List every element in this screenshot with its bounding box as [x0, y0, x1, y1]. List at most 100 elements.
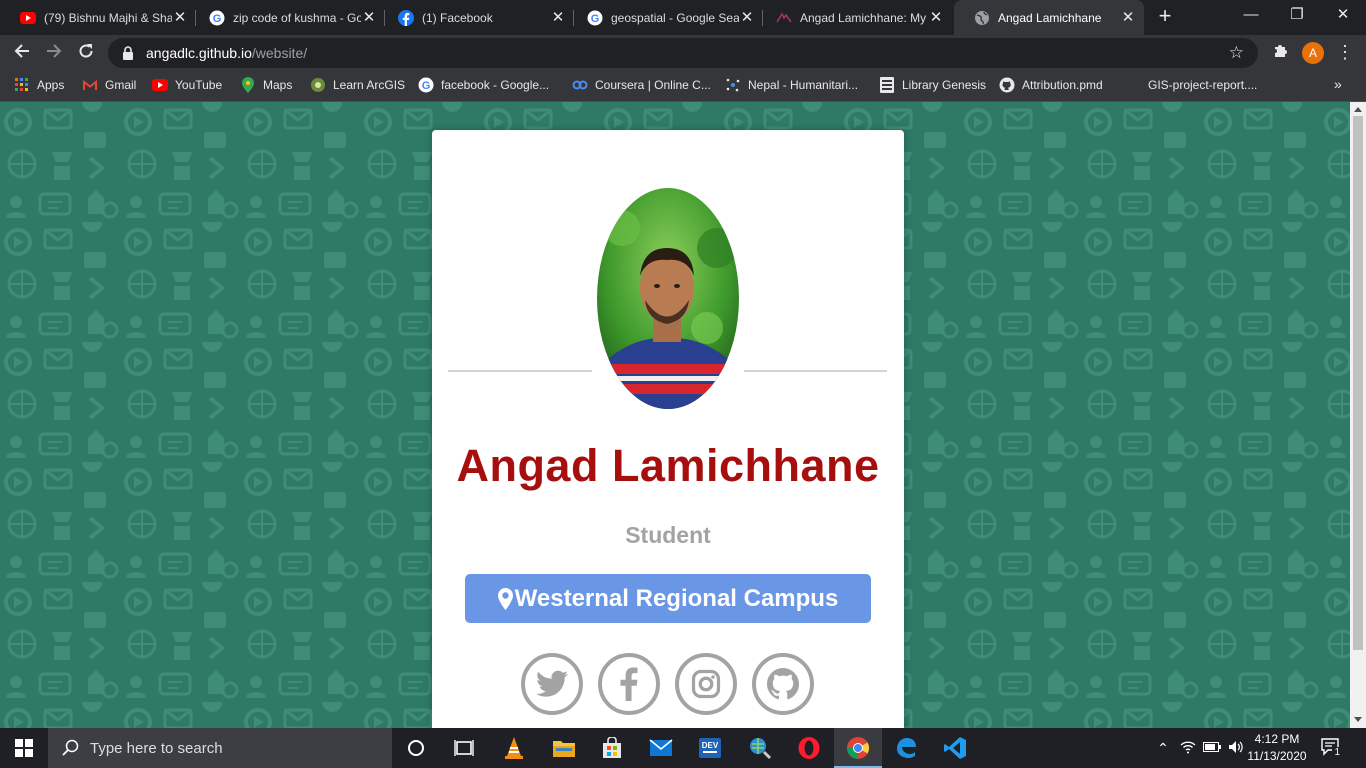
address-bar[interactable]: angadlc.github.io/website/ ☆	[108, 38, 1258, 68]
system-tray: ⌃	[1150, 728, 1248, 768]
twitter-icon	[536, 670, 568, 697]
file-explorer-button[interactable]	[540, 728, 588, 768]
task-view-icon	[454, 740, 474, 756]
tab-title: geospatial - Google Sea	[611, 10, 739, 25]
wifi-icon[interactable]	[1176, 740, 1200, 757]
edge-button[interactable]	[882, 728, 930, 768]
close-icon[interactable]: ✕	[739, 9, 755, 26]
location-button[interactable]: Westernal Regional Campus	[465, 574, 871, 623]
volume-icon[interactable]	[1224, 740, 1248, 757]
svg-text:G: G	[591, 13, 600, 25]
magnifier-app-button[interactable]	[736, 728, 784, 768]
page-scrollbar[interactable]	[1350, 102, 1366, 728]
cortana-button[interactable]	[392, 728, 440, 768]
scroll-up-arrow[interactable]	[1354, 107, 1362, 112]
store-bag-icon	[603, 737, 621, 758]
scrollbar-thumb[interactable]	[1353, 116, 1363, 650]
bookmark-label: Maps	[263, 78, 293, 92]
mail-envelope-icon	[649, 739, 673, 756]
forward-arrow-icon	[47, 44, 62, 58]
taskbar-search-box[interactable]: Type here to search	[48, 728, 392, 768]
microsoft-store-button[interactable]	[588, 728, 636, 768]
browser-tab-strip: (79) Bishnu Majhi & Sha ✕ G zip code of …	[0, 0, 1366, 35]
vscode-button[interactable]	[931, 728, 979, 768]
minimize-button[interactable]: —	[1228, 0, 1274, 32]
bookmark-label: Library Genesis	[902, 78, 987, 92]
bookmark-label: Gmail	[105, 78, 137, 92]
scroll-down-arrow[interactable]	[1354, 717, 1362, 722]
svg-text:G: G	[422, 80, 431, 92]
opera-button[interactable]	[785, 728, 833, 768]
url-text: angadlc.github.io/website/	[146, 45, 307, 61]
close-icon[interactable]: ✕	[1120, 9, 1136, 26]
bookmarks-bar: Apps Gmail YouTube Maps Learn ArcGIS G f…	[0, 71, 1366, 102]
task-view-button[interactable]	[440, 728, 488, 768]
bookmark-coursera[interactable]: Coursera | Online C...	[572, 71, 711, 99]
browser-tab[interactable]: G zip code of kushma - Go ✕	[189, 0, 385, 35]
browser-tab[interactable]: (79) Bishnu Majhi & Sha ✕	[0, 0, 196, 35]
gmail-icon	[82, 77, 98, 93]
browser-tab[interactable]: Angad Lamichhane: My ✕	[756, 0, 952, 35]
bookmark-attribution[interactable]: Attribution.pmd	[999, 71, 1103, 99]
chrome-button[interactable]	[834, 728, 882, 768]
maximize-button[interactable]: ❐	[1274, 0, 1320, 32]
facebook-icon	[398, 9, 414, 26]
back-button[interactable]	[8, 39, 36, 67]
tab-title: Angad Lamichhane	[998, 10, 1102, 25]
browser-tab[interactable]: G geospatial - Google Sea ✕	[567, 0, 763, 35]
extensions-puzzle-icon[interactable]	[1270, 42, 1290, 62]
divider-right	[744, 370, 887, 372]
google-icon: G	[587, 10, 603, 26]
bookmark-facebook-google[interactable]: G facebook - Google...	[418, 71, 549, 99]
bookmark-learn-arcgis[interactable]: Learn ArcGIS	[310, 71, 405, 99]
bookmark-label: Learn ArcGIS	[333, 78, 406, 92]
bookmark-apps[interactable]: Apps	[14, 71, 64, 99]
globe-icon	[974, 10, 990, 26]
bookmark-library-genesis[interactable]: Library Genesis	[879, 71, 986, 99]
bookmark-nepal-humanitarian[interactable]: Nepal - Humanitari...	[725, 71, 858, 99]
back-arrow-icon	[14, 44, 29, 58]
bookmark-maps[interactable]: Maps	[240, 71, 292, 99]
instagram-link[interactable]	[675, 653, 737, 715]
close-icon[interactable]: ✕	[361, 9, 377, 26]
profile-name: Angad Lamichhane	[456, 440, 880, 491]
bookmark-star-icon[interactable]: ☆	[1229, 44, 1244, 62]
chevron-up-icon[interactable]: ⌃	[1150, 740, 1176, 757]
facebook-link[interactable]	[598, 653, 660, 715]
battery-icon[interactable]	[1200, 741, 1224, 755]
svg-text:DEV: DEV	[702, 741, 719, 750]
close-icon[interactable]: ✕	[928, 9, 944, 26]
reload-button[interactable]	[72, 39, 100, 67]
github-link[interactable]	[752, 653, 814, 715]
browser-menu-icon[interactable]: ⋮	[1336, 41, 1354, 65]
browser-tab[interactable]: (1) Facebook ✕	[378, 0, 574, 35]
bookmark-gis-project-report[interactable]: GIS-project-report....	[1148, 71, 1257, 99]
start-button[interactable]	[0, 728, 48, 768]
taskbar-clock[interactable]: 4:12 PM 11/13/2020	[1246, 731, 1308, 765]
dev-app-button[interactable]: DEV	[686, 728, 734, 768]
window-close-button[interactable]: ✕	[1320, 0, 1366, 32]
apps-grid-icon	[14, 77, 30, 93]
twitter-link[interactable]	[521, 653, 583, 715]
bookmark-gmail[interactable]: Gmail	[82, 71, 136, 99]
vscode-icon	[944, 737, 966, 759]
bookmark-youtube[interactable]: YouTube	[152, 71, 222, 99]
close-icon[interactable]: ✕	[550, 9, 566, 26]
mail-app-button[interactable]	[637, 728, 685, 768]
site-icon	[776, 10, 792, 26]
close-icon[interactable]: ✕	[172, 9, 188, 26]
forward-button[interactable]	[40, 39, 68, 67]
location-label: Westernal Regional Campus	[514, 584, 839, 612]
clock-date: 11/13/2020	[1247, 749, 1307, 763]
bookmarks-overflow-icon[interactable]: »	[1334, 76, 1342, 92]
browser-tab-active[interactable]: Angad Lamichhane ✕	[954, 0, 1144, 35]
magnifier-globe-icon	[750, 738, 772, 760]
new-tab-button[interactable]: +	[1154, 5, 1176, 28]
profile-avatar[interactable]: A	[1302, 42, 1324, 64]
bookmark-label: Coursera | Online C...	[595, 78, 711, 92]
search-placeholder: Type here to search	[90, 739, 223, 757]
page-viewport: Angad Lamichhane Student Westernal Regio…	[0, 102, 1350, 728]
youtube-icon	[20, 10, 36, 26]
vlc-app-button[interactable]	[490, 728, 538, 768]
notification-center-button[interactable]: 1	[1316, 736, 1344, 760]
